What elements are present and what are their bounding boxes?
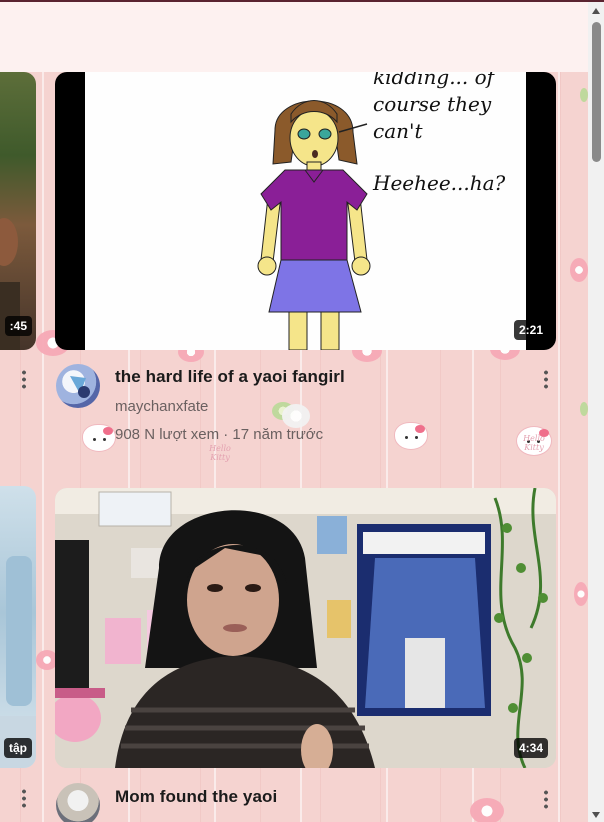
video-1-channel-avatar[interactable] (56, 364, 100, 408)
flower-decoration (570, 258, 588, 282)
hello-kitty-decoration (82, 424, 116, 452)
left-video-1-duration: :45 (4, 316, 32, 336)
left-video-2-more-icon[interactable] (22, 788, 26, 808)
thumbnail-caption-line-2: course they (373, 92, 492, 116)
flower-decoration (470, 798, 504, 822)
hello-kitty-decoration (394, 422, 428, 450)
thumbnail-caption-line-3: can't (373, 119, 423, 143)
video-1-duration: 2:21 (513, 320, 548, 340)
video-1-view-count: 908 N lượt xem · 17 năm trước (115, 426, 324, 443)
video-1-channel-name[interactable]: maychanxfate (115, 398, 208, 415)
video-1-title[interactable]: the hard life of a yaoi fangirl (115, 367, 345, 387)
video-1-more-icon[interactable] (544, 369, 548, 389)
scroll-up-icon[interactable] (592, 8, 600, 14)
hello-kitty-logo-text: Hello Kitty (523, 434, 545, 452)
page: Hello Kitty Hello Kitty :45 tập kidding.… (0, 0, 604, 822)
flower-decoration (580, 88, 588, 102)
video-2-channel-avatar[interactable] (56, 783, 100, 822)
video-2-duration: 4:34 (513, 738, 548, 758)
video-2-thumbnail-image (55, 488, 556, 768)
flower-decoration (282, 404, 310, 428)
flower-decoration (574, 582, 588, 606)
left-thumbnail-2-image (0, 556, 36, 768)
hello-kitty-logo-text: Hello Kitty (209, 444, 231, 462)
video-2-more-icon[interactable] (544, 789, 548, 809)
video-1-thumbnail[interactable]: kidding... of course they can't Heehee..… (55, 72, 556, 350)
video-2-title[interactable]: Mom found the yaoi (115, 787, 277, 807)
thumbnail-caption-line-1: kidding... of (373, 72, 495, 89)
avatar-image (70, 376, 90, 398)
flower-decoration (580, 402, 588, 416)
scrollbar-thumb[interactable] (592, 22, 601, 162)
left-thumbnail-1-image (0, 218, 20, 350)
thumbnail-caption-line-4: Heehee...ha? (373, 171, 506, 195)
scroll-down-icon[interactable] (592, 812, 600, 818)
video-2-thumbnail[interactable]: 4:34 (55, 488, 556, 768)
left-thumbnail-2[interactable]: tập (0, 486, 36, 768)
left-video-1-more-icon[interactable] (22, 369, 26, 389)
page-header (0, 2, 588, 72)
vertical-scrollbar[interactable] (588, 2, 604, 822)
left-thumbnail-1[interactable]: :45 (0, 72, 36, 350)
left-video-2-badge: tập (4, 738, 32, 758)
